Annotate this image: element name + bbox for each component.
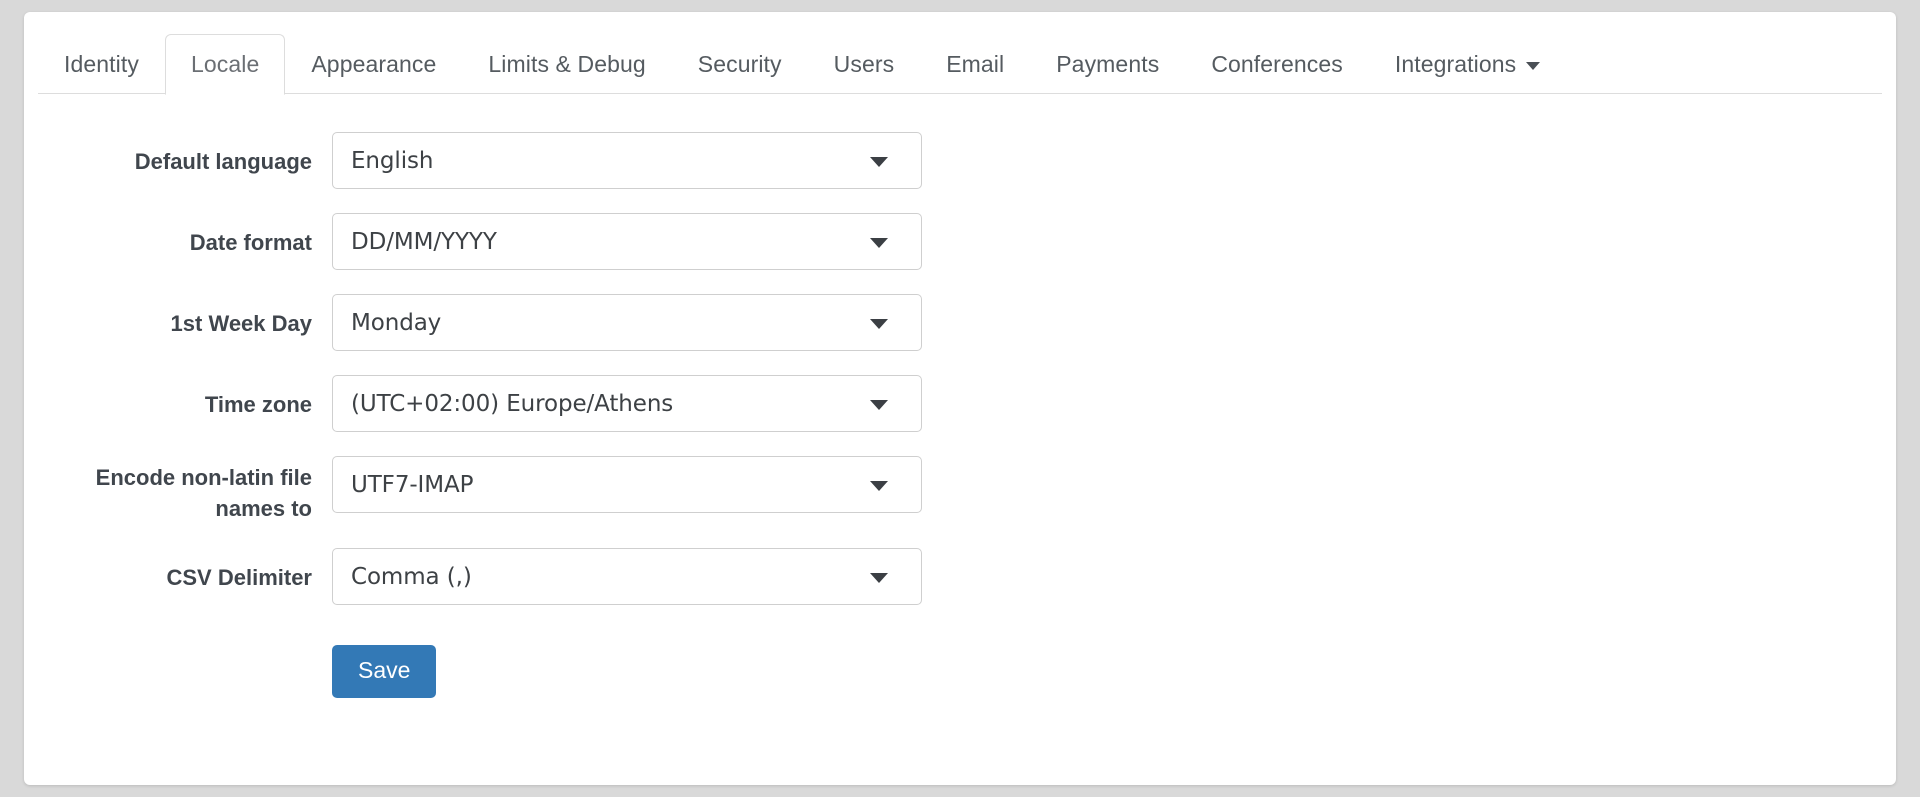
tab-conferences[interactable]: Conferences: [1185, 34, 1369, 94]
tab-label: Identity: [64, 50, 139, 77]
default-language-select[interactable]: English: [332, 132, 922, 189]
form-actions: Save: [24, 629, 1896, 699]
dropdown-arrow-icon: [870, 237, 888, 248]
csv-delimiter-label: CSV Delimiter: [166, 565, 313, 591]
tab-label: Security: [697, 50, 782, 77]
date-format-value: DD/MM/YYYY: [351, 228, 497, 255]
tab-label: Limits & Debug: [488, 50, 646, 77]
date-format-select[interactable]: DD/MM/YYYY: [332, 213, 922, 270]
tab-label: Locale: [190, 51, 260, 77]
tab-label: Appearance: [311, 50, 437, 77]
tab-label: Email: [946, 50, 1005, 77]
form-row-csv-delimiter: CSV Delimiter Comma (,): [24, 548, 1896, 606]
date-format-label: Date format: [189, 230, 312, 255]
encode-file-names-value: UTF7-IMAP: [351, 471, 474, 498]
form-row-first-week-day: 1st Week Day Monday: [24, 294, 1896, 351]
settings-tab-bar: Identity Locale Appearance Limits & Debu…: [24, 12, 1896, 95]
default-language-value: English: [351, 147, 434, 174]
csv-delimiter-value: Comma (,): [351, 563, 472, 590]
locale-settings-form: Default language English Date format DD/…: [24, 94, 1896, 699]
dropdown-arrow-icon: [870, 399, 888, 410]
time-zone-select[interactable]: (UTC+02:00) Europe/Athens: [332, 375, 922, 432]
tab-label: Conferences: [1211, 50, 1343, 77]
save-button[interactable]: Save: [332, 645, 437, 699]
first-week-day-label: 1st Week Day: [170, 311, 312, 336]
tab-label: Integrations: [1394, 50, 1517, 77]
time-zone-value: (UTC+02:00) Europe/Athens: [351, 390, 674, 417]
tab-locale[interactable]: Locale: [164, 34, 286, 95]
time-zone-label: Time zone: [204, 392, 312, 417]
tab-integrations[interactable]: Integrations: [1369, 34, 1566, 94]
tab-security[interactable]: Security: [672, 34, 808, 94]
dropdown-arrow-icon: [870, 156, 888, 167]
first-week-day-value: Monday: [351, 309, 442, 336]
tab-label: Users: [833, 50, 895, 77]
tab-identity[interactable]: Identity: [38, 34, 165, 94]
encode-file-names-label: Encode non-latin file names to: [95, 465, 312, 522]
tab-users[interactable]: Users: [808, 34, 921, 94]
tab-label: Payments: [1056, 50, 1160, 77]
tab-limits-debug[interactable]: Limits & Debug: [462, 34, 671, 94]
form-row-time-zone: Time zone (UTC+02:00) Europe/Athens: [24, 375, 1896, 432]
form-row-default-language: Default language English: [24, 132, 1896, 189]
actions-spacer: [24, 629, 332, 698]
settings-card: Identity Locale Appearance Limits & Debu…: [24, 12, 1896, 785]
dropdown-arrow-icon: [870, 572, 888, 583]
first-week-day-select[interactable]: Monday: [332, 294, 922, 351]
encode-file-names-select[interactable]: UTF7-IMAP: [332, 456, 922, 513]
dropdown-arrow-icon: [870, 480, 888, 491]
tab-email[interactable]: Email: [920, 34, 1030, 94]
tab-appearance[interactable]: Appearance: [285, 34, 462, 94]
csv-delimiter-select[interactable]: Comma (,): [332, 548, 922, 606]
tab-payments[interactable]: Payments: [1030, 34, 1185, 94]
dropdown-arrow-icon: [870, 318, 888, 329]
default-language-label: Default language: [134, 149, 312, 174]
chevron-down-icon: [1526, 62, 1541, 70]
form-row-encode-file-names: Encode non-latin file names to UTF7-IMAP: [24, 456, 1896, 524]
form-row-date-format: Date format DD/MM/YYYY: [24, 213, 1896, 270]
